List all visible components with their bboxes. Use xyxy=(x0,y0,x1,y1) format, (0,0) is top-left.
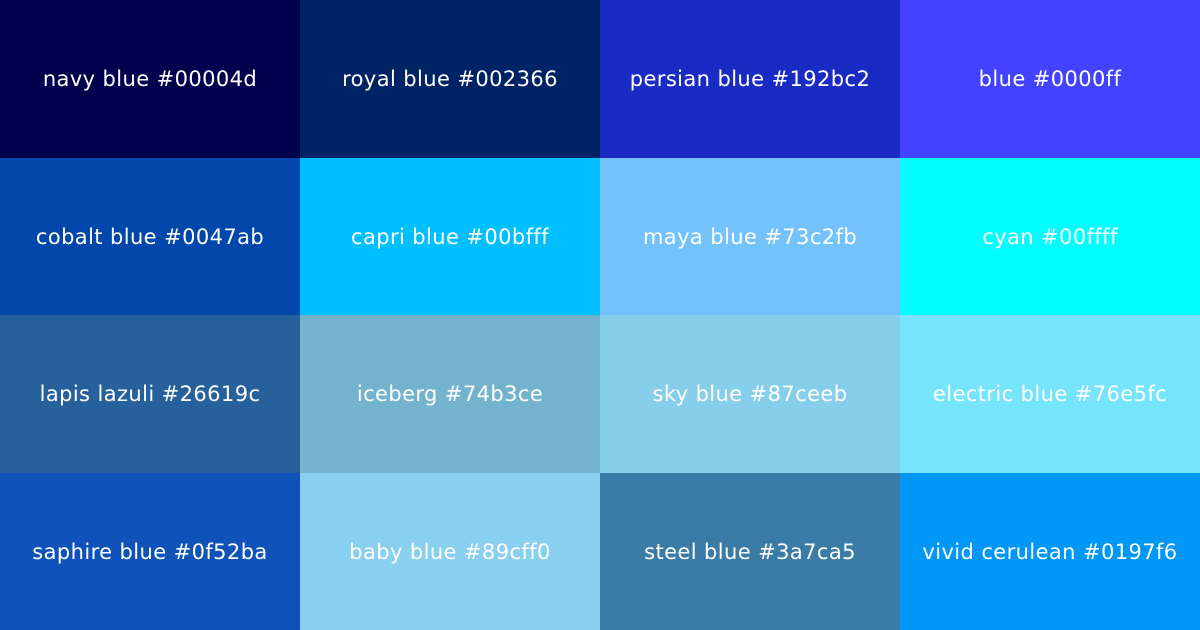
swatch-navy-blue: navy blue #00004d xyxy=(0,0,300,158)
swatch-label: sky blue #87ceeb xyxy=(652,382,848,406)
swatch-label: navy blue #00004d xyxy=(42,67,258,91)
swatch-maya-blue: maya blue #73c2fb xyxy=(600,158,900,315)
swatch-baby-blue: baby blue #89cff0 xyxy=(300,473,600,630)
swatch-label: steel blue #3a7ca5 xyxy=(644,539,856,564)
swatch-saphire-blue: saphire blue #0f52ba xyxy=(0,473,300,630)
swatch-blue: blue #0000ff xyxy=(900,0,1200,158)
swatch-label: lapis lazuli #26619c xyxy=(39,382,261,406)
swatch-lapis-lazuli: lapis lazuli #26619c xyxy=(0,315,300,473)
swatch-vivid-cerulean: vivid cerulean #0197f6 xyxy=(900,473,1200,630)
swatch-label: persian blue #192bc2 xyxy=(629,67,871,91)
swatch-label: cyan #00ffff xyxy=(982,224,1118,249)
swatch-capri-blue: capri blue #00bfff xyxy=(300,158,600,315)
swatch-steel-blue: steel blue #3a7ca5 xyxy=(600,473,900,630)
swatch-sky-blue: sky blue #87ceeb xyxy=(600,315,900,473)
swatch-electric-blue: electric blue #76e5fc xyxy=(900,315,1200,473)
swatch-cyan: cyan #00ffff xyxy=(900,158,1200,315)
swatch-label: maya blue #73c2fb xyxy=(642,224,858,249)
swatch-label: iceberg #74b3ce xyxy=(356,382,544,406)
swatch-label: saphire blue #0f52ba xyxy=(32,539,268,564)
swatch-label: blue #0000ff xyxy=(978,67,1122,91)
swatch-royal-blue: royal blue #002366 xyxy=(300,0,600,158)
swatch-label: royal blue #002366 xyxy=(342,67,558,91)
swatch-label: capri blue #00bfff xyxy=(351,224,549,249)
swatch-cobalt-blue: cobalt blue #0047ab xyxy=(0,158,300,315)
swatch-label: vivid cerulean #0197f6 xyxy=(922,539,1178,564)
swatch-label: cobalt blue #0047ab xyxy=(35,224,265,249)
swatch-iceberg: iceberg #74b3ce xyxy=(300,315,600,473)
swatch-label: baby blue #89cff0 xyxy=(349,539,551,564)
swatch-label: electric blue #76e5fc xyxy=(932,382,1168,406)
swatch-persian-blue: persian blue #192bc2 xyxy=(600,0,900,158)
color-swatch-grid: navy blue #00004d royal blue #002366 per… xyxy=(0,0,1200,630)
